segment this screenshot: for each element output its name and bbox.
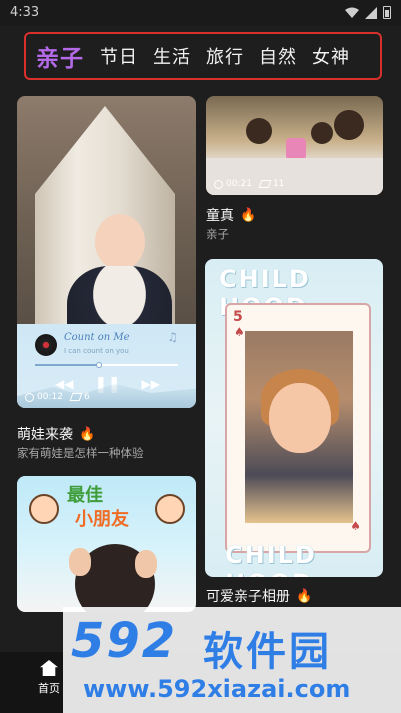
template-card-baby[interactable]: Count on Me I can count on you ♫ ◀◀ ❚❚ ▶… (17, 96, 196, 408)
watermark: 592 软件园 www.592xiazai.com (63, 607, 401, 713)
status-icons (345, 6, 391, 19)
tab-parent-child[interactable]: 亲子 (36, 39, 84, 73)
nav-home[interactable]: 首页 (32, 660, 66, 696)
home-icon (40, 660, 58, 676)
boy-hand-right (135, 550, 157, 578)
duration: 00:12 (37, 392, 63, 402)
banner-line-1: 最佳 (67, 485, 103, 506)
card-rank: 5 (233, 309, 243, 325)
tab-holiday[interactable]: 节日 (100, 43, 138, 69)
tab-goddess[interactable]: 女神 (312, 43, 350, 69)
card-meta: 00:21 11 (214, 179, 284, 189)
baby-photo (95, 214, 145, 270)
clock-icon (214, 179, 223, 189)
card-title-text: 可爱亲子相册 (206, 589, 290, 605)
song-lyric: I can count on you (64, 347, 129, 355)
childhood-text-bottom: CHILD HOOD (225, 541, 317, 577)
child-photo-2 (334, 110, 364, 140)
tab-nature[interactable]: 自然 (259, 43, 297, 69)
girl-photo (245, 331, 353, 523)
fire-icon: 🔥 (296, 588, 313, 604)
music-note-icon: ♫ (167, 330, 178, 344)
song-progress-fill (35, 364, 100, 366)
category-tabs: 亲子 节日 生活 旅行 自然 女神 (24, 32, 382, 80)
tab-life[interactable]: 生活 (153, 43, 191, 69)
card-title-text: 萌娃来袭 (17, 427, 73, 443)
song-title: Count on Me (64, 332, 130, 343)
watermark-url: www.592xiazai.com (83, 675, 351, 703)
card-title-album[interactable]: 可爱亲子相册 🔥 (206, 586, 312, 606)
clock-icon (25, 392, 34, 402)
fast-forward-icon: ▶▶ (141, 376, 160, 391)
layers-icon (258, 180, 272, 188)
fire-icon: 🔥 (79, 426, 96, 442)
vinyl-disc-icon (35, 334, 57, 356)
cartoon-girl-icon (155, 494, 185, 524)
song-progress-bar (35, 362, 178, 368)
signal-icon (365, 6, 377, 19)
watermark-brand-number: 592 (71, 613, 178, 669)
template-card-innocence[interactable]: 00:21 11 (206, 96, 383, 195)
duration: 00:21 (226, 179, 252, 189)
child-photo-3 (311, 122, 333, 144)
status-bar: 4:33 (0, 0, 401, 26)
wifi-icon (345, 7, 359, 18)
card-title-text: 童真 (206, 208, 234, 224)
status-time: 4:33 (10, 5, 40, 20)
card-subtitle-baby: 家有萌娃是怎样一种体验 (17, 446, 144, 460)
pink-cup (286, 138, 306, 160)
watermark-brand-name: 软件园 (203, 629, 332, 675)
song-progress-knob (96, 362, 103, 368)
child-photo-1 (246, 118, 272, 144)
boy-hand-left (69, 548, 91, 576)
spade-icon-bottom: ♠ (350, 519, 361, 533)
clip-count: 6 (83, 392, 90, 402)
card-title-baby[interactable]: 萌娃来袭 🔥 (17, 424, 95, 444)
card-subtitle-innocence: 亲子 (206, 227, 229, 241)
spade-icon: ♠ (234, 325, 245, 339)
girl-face (269, 383, 331, 453)
tab-travel[interactable]: 旅行 (206, 43, 244, 69)
battery-icon (383, 6, 391, 19)
card-meta: 00:12 6 (25, 392, 90, 402)
table (206, 158, 383, 195)
cartoon-boy-icon (29, 494, 59, 524)
banner-line-2: 小朋友 (75, 509, 129, 530)
template-card-best-kid[interactable]: 最佳 小朋友 (17, 476, 196, 612)
playing-card-frame: 5 ♠ ♠ (225, 303, 371, 553)
nav-home-label: 首页 (38, 682, 60, 695)
clip-count: 11 (272, 179, 285, 189)
template-card-album[interactable]: CHILD HOOD 5 ♠ ♠ CHILD HOOD (205, 259, 383, 577)
card-title-innocence[interactable]: 童真 🔥 (206, 205, 256, 225)
layers-icon (69, 393, 83, 401)
fire-icon: 🔥 (240, 207, 257, 223)
